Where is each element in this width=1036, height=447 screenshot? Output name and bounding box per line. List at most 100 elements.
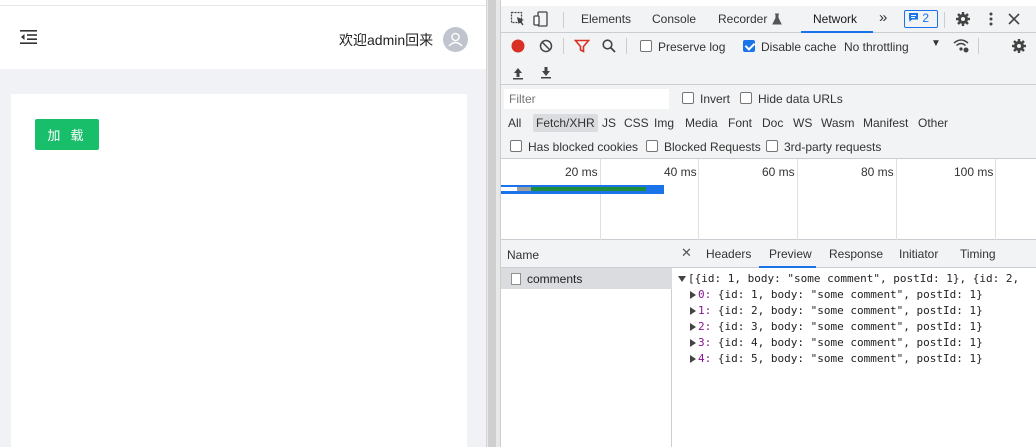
type-manifest[interactable]: Manifest <box>860 114 911 132</box>
request-bar-stalled <box>517 187 531 191</box>
more-tabs-icon[interactable]: » <box>879 9 887 26</box>
splitter-bar[interactable] <box>488 0 496 447</box>
panel-splitter[interactable] <box>486 0 500 447</box>
more-options-icon[interactable] <box>983 11 999 27</box>
search-icon[interactable] <box>601 38 617 54</box>
json-summary: [{id: 1, body: "some comment", postId: 1… <box>688 272 1020 285</box>
separator <box>563 12 564 28</box>
json-index: 2: <box>698 320 712 333</box>
network-overview-timeline[interactable]: 20 ms 40 ms 60 ms 80 ms 100 ms <box>501 159 1036 240</box>
json-item[interactable]: 0: {id: 1, body: "some comment", postId:… <box>690 288 1036 304</box>
menu-fold-icon[interactable] <box>20 30 37 44</box>
type-img[interactable]: Img <box>651 114 677 132</box>
type-other[interactable]: Other <box>915 114 951 132</box>
hide-data-urls-label: Hide data URLs <box>758 92 843 106</box>
preserve-log-checkbox[interactable] <box>640 40 652 52</box>
tab-preview[interactable]: Preview <box>769 247 812 261</box>
third-party-label: 3rd-party requests <box>784 140 882 154</box>
inspect-element-icon[interactable] <box>510 11 526 27</box>
json-index: 3: <box>698 336 712 349</box>
clear-icon[interactable] <box>538 38 554 54</box>
json-item[interactable]: 3: {id: 4, body: "some comment", postId:… <box>690 336 1036 352</box>
separator <box>626 38 627 54</box>
json-value: {id: 4, body: "some comment", postId: 1} <box>717 336 983 349</box>
tab-elements[interactable]: Elements <box>581 12 631 26</box>
json-index: 4: <box>698 352 712 365</box>
tab-recorder[interactable]: Recorder <box>718 12 767 26</box>
json-root[interactable]: [{id: 1, body: "some comment", postId: 1… <box>678 272 1036 288</box>
network-settings-icon[interactable] <box>1011 38 1027 54</box>
timeline-gridline <box>995 159 996 240</box>
disable-cache-checkbox[interactable] <box>743 40 755 52</box>
json-item[interactable]: 2: {id: 3, body: "some comment", postId:… <box>690 320 1036 336</box>
export-har-icon[interactable] <box>538 64 554 80</box>
network-toolbar: Preserve log Disable cache No throttling… <box>501 33 1036 59</box>
name-column-header[interactable]: Name <box>501 240 672 268</box>
timeline-gridline <box>698 159 699 240</box>
active-detail-tab-indicator <box>759 266 816 268</box>
close-icon[interactable]: ✕ <box>681 245 692 261</box>
separator <box>944 12 945 28</box>
json-value: {id: 2, body: "some comment", postId: 1} <box>717 304 983 317</box>
timeline-tick: 60 ms <box>762 165 795 179</box>
type-ws[interactable]: WS <box>790 114 815 132</box>
settings-gear-icon[interactable] <box>955 11 971 27</box>
issues-badge[interactable]: 2 <box>904 10 938 28</box>
request-row[interactable]: comments <box>501 268 672 289</box>
type-wasm[interactable]: Wasm <box>818 114 858 132</box>
blocked-cookies-label: Has blocked cookies <box>528 140 639 154</box>
import-har-icon[interactable] <box>510 65 526 81</box>
issues-count: 2 <box>922 11 930 25</box>
expand-arrow-icon[interactable] <box>690 355 696 363</box>
type-js[interactable]: JS <box>599 114 619 132</box>
tab-network[interactable]: Network <box>813 12 857 26</box>
disable-cache-label: Disable cache <box>761 40 837 54</box>
collapse-arrow-icon[interactable] <box>678 276 686 282</box>
json-value: {id: 3, body: "some comment", postId: 1} <box>717 320 983 333</box>
expand-arrow-icon[interactable] <box>690 339 696 347</box>
expand-arrow-icon[interactable] <box>690 291 696 299</box>
load-button[interactable]: 加 载 <box>35 119 99 150</box>
dropdown-arrow-icon[interactable]: ▼ <box>931 38 941 49</box>
json-index: 1: <box>698 304 712 317</box>
throttling-select[interactable]: No throttling <box>844 40 909 54</box>
timeline-gridline <box>797 159 798 240</box>
timeline-tick: 80 ms <box>861 165 894 179</box>
json-item[interactable]: 4: {id: 5, body: "some comment", postId:… <box>690 352 1036 368</box>
request-bar-queue <box>501 187 517 191</box>
record-icon[interactable] <box>510 38 526 54</box>
network-conditions-icon[interactable] <box>953 37 969 53</box>
expand-arrow-icon[interactable] <box>690 323 696 331</box>
expand-arrow-icon[interactable] <box>690 307 696 315</box>
type-all[interactable]: All <box>505 114 524 132</box>
tab-initiator[interactable]: Initiator <box>899 247 938 261</box>
type-fetch-xhr[interactable]: Fetch/XHR <box>533 114 598 132</box>
type-media[interactable]: Media <box>682 114 721 132</box>
request-bar-waiting <box>531 187 646 191</box>
invert-checkbox[interactable] <box>682 92 694 104</box>
tab-console[interactable]: Console <box>652 12 696 26</box>
timeline-tick: 20 ms <box>565 165 598 179</box>
avatar[interactable] <box>443 27 468 52</box>
device-toolbar-icon[interactable] <box>533 11 549 27</box>
detail-tabs: ✕ Headers Preview Response Initiator Tim… <box>672 240 1036 268</box>
type-css[interactable]: CSS <box>621 114 652 132</box>
blocked-requests-label: Blocked Requests <box>664 140 761 154</box>
third-party-checkbox[interactable] <box>766 140 778 152</box>
tab-response[interactable]: Response <box>829 247 883 261</box>
tab-timing[interactable]: Timing <box>960 247 996 261</box>
hide-data-urls-checkbox[interactable] <box>740 92 752 104</box>
user-icon <box>448 32 463 47</box>
json-item[interactable]: 1: {id: 2, body: "some comment", postId:… <box>690 304 1036 320</box>
filter-bar: Invert Hide data URLs All Fetch/XHR JS C… <box>501 85 1036 159</box>
blocked-cookies-checkbox[interactable] <box>510 140 522 152</box>
type-doc[interactable]: Doc <box>759 114 786 132</box>
flask-icon <box>772 13 782 25</box>
filter-input[interactable] <box>504 89 669 109</box>
tab-headers[interactable]: Headers <box>706 247 751 261</box>
timeline-gridline <box>896 159 897 240</box>
close-devtools-icon[interactable] <box>1006 11 1022 27</box>
type-font[interactable]: Font <box>725 114 755 132</box>
filter-icon[interactable] <box>574 38 590 54</box>
blocked-requests-checkbox[interactable] <box>646 140 658 152</box>
